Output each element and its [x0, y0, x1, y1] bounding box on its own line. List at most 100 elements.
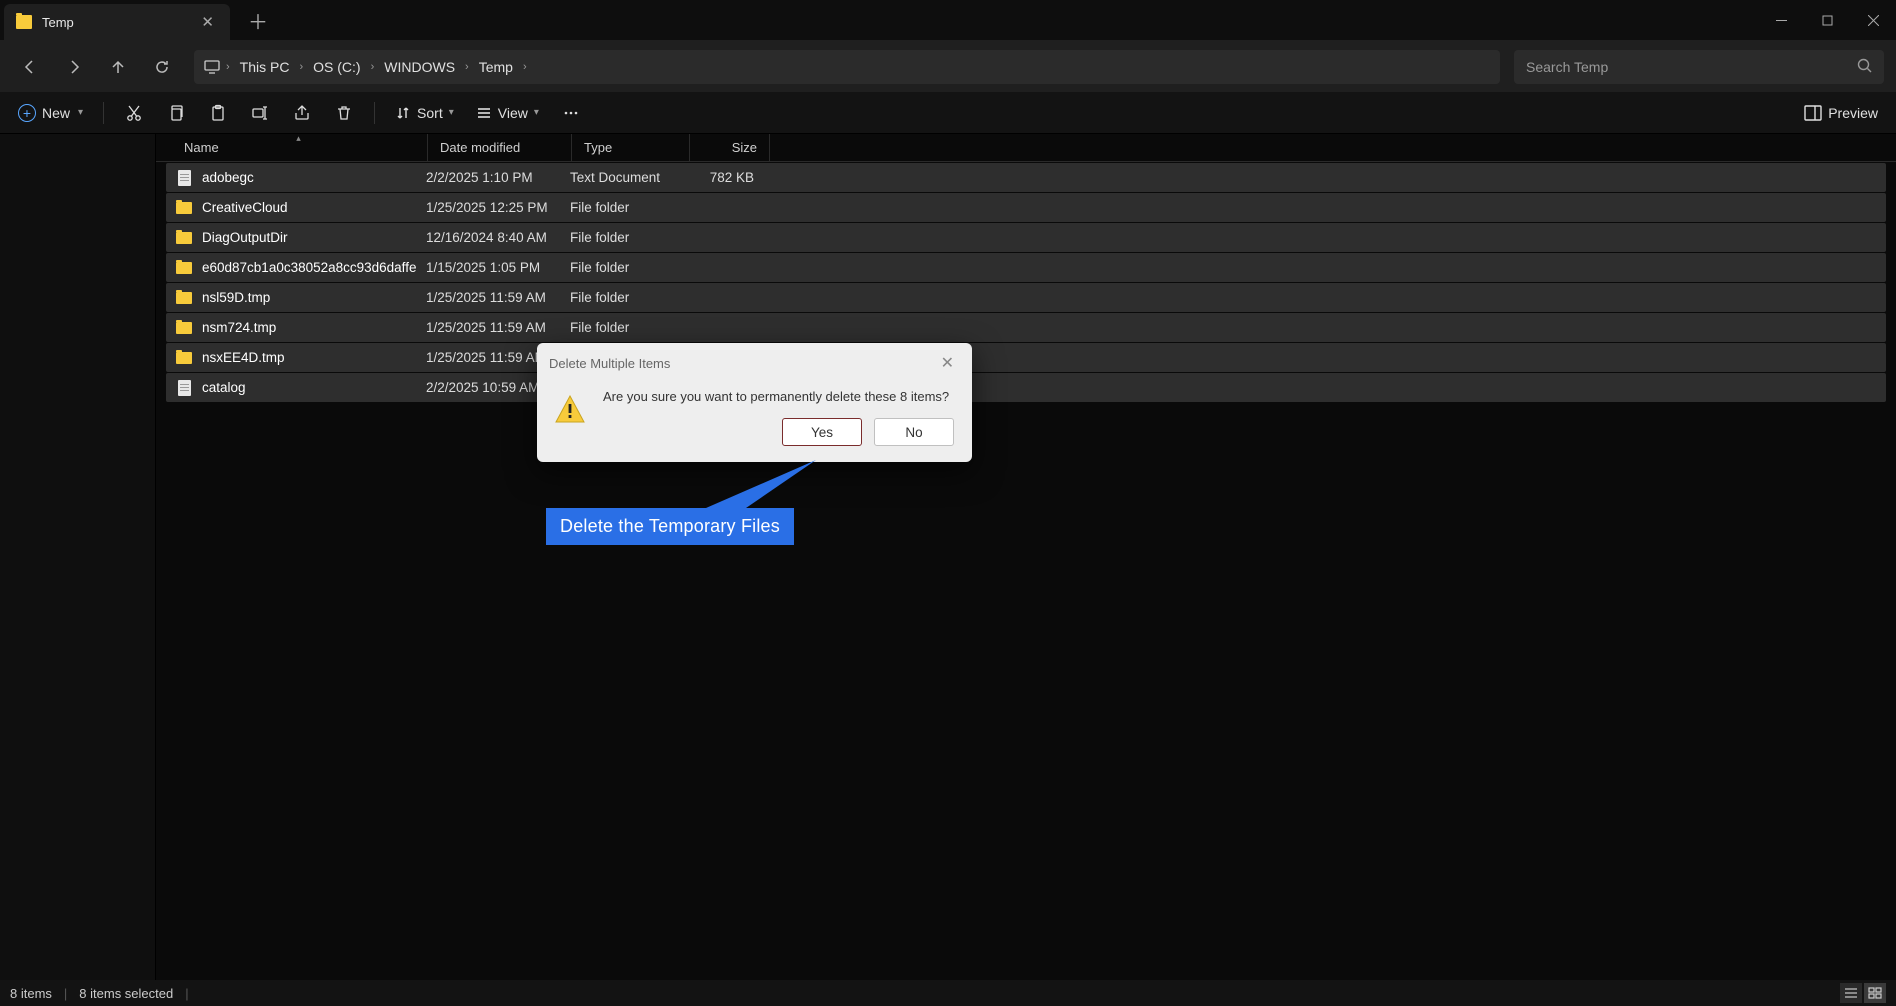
file-name: e60d87cb1a0c38052a8cc93d6daffe [196, 260, 422, 275]
up-button[interactable] [100, 49, 136, 85]
chevron-right-icon[interactable]: › [299, 61, 303, 73]
close-window-button[interactable] [1850, 0, 1896, 40]
forward-button[interactable] [56, 49, 92, 85]
annotation-callout: Delete the Temporary Files [546, 508, 794, 545]
status-selected: 8 items selected [79, 986, 173, 1001]
large-icons-view-toggle[interactable] [1864, 983, 1886, 1003]
no-button[interactable]: No [874, 418, 954, 446]
file-row[interactable]: catalog2/2/2025 10:59 AM [166, 373, 1886, 402]
search-input[interactable] [1526, 59, 1857, 75]
search-box[interactable] [1514, 50, 1884, 84]
file-name: adobegc [196, 170, 422, 185]
copy-button[interactable] [158, 95, 194, 131]
file-modified: 1/25/2025 12:25 PM [422, 200, 566, 215]
delete-dialog: Delete Multiple Items ✕ Are you sure you… [537, 343, 972, 462]
new-label: New [42, 105, 70, 121]
delete-button[interactable] [326, 95, 362, 131]
file-row[interactable]: CreativeCloud1/25/2025 12:25 PMFile fold… [166, 193, 1886, 222]
paste-button[interactable] [200, 95, 236, 131]
nav-sidebar[interactable] [0, 134, 156, 980]
file-type: File folder [566, 320, 684, 335]
file-modified: 1/25/2025 11:59 AM [422, 320, 566, 335]
file-list-pane: ▴ Name Date modified Type Size adobegc2/… [156, 134, 1896, 980]
file-modified: 12/16/2024 8:40 AM [422, 230, 566, 245]
file-type: File folder [566, 290, 684, 305]
chevron-down-icon: ▾ [78, 107, 83, 118]
dialog-close-button[interactable]: ✕ [935, 351, 960, 375]
breadcrumb-item[interactable]: WINDOWS [380, 57, 459, 77]
folder-icon [176, 232, 192, 244]
folder-icon [176, 262, 192, 274]
file-row[interactable]: nsm724.tmp1/25/2025 11:59 AMFile folder [166, 313, 1886, 342]
file-row[interactable]: nsl59D.tmp1/25/2025 11:59 AMFile folder [166, 283, 1886, 312]
breadcrumb[interactable]: › This PC › OS (C:) › WINDOWS › Temp › [194, 50, 1500, 84]
file-name: catalog [196, 380, 422, 395]
file-type: File folder [566, 200, 684, 215]
more-button[interactable] [553, 95, 589, 131]
breadcrumb-item[interactable]: This PC [236, 57, 294, 77]
file-modified: 1/25/2025 11:59 AM [422, 290, 566, 305]
toolbar: + New ▾ Sort ▾ View ▾ Preview [0, 92, 1896, 134]
folder-icon [176, 322, 192, 334]
column-headers: ▴ Name Date modified Type Size [156, 134, 1896, 162]
back-button[interactable] [12, 49, 48, 85]
close-tab-icon[interactable]: ✕ [197, 11, 218, 33]
file-size: 782 KB [684, 170, 764, 185]
chevron-down-icon: ▾ [534, 107, 539, 118]
folder-icon [176, 292, 192, 304]
callout-text: Delete the Temporary Files [546, 508, 794, 545]
new-tab-button[interactable]: ＋ [248, 6, 268, 35]
file-name: DiagOutputDir [196, 230, 422, 245]
file-row[interactable]: DiagOutputDir12/16/2024 8:40 AMFile fold… [166, 223, 1886, 252]
preview-toggle[interactable]: Preview [1804, 105, 1878, 121]
rename-button[interactable] [242, 95, 278, 131]
file-type: File folder [566, 260, 684, 275]
nav-bar: › This PC › OS (C:) › WINDOWS › Temp › [0, 40, 1896, 92]
folder-icon [16, 15, 32, 29]
file-row[interactable]: adobegc2/2/2025 1:10 PMText Document782 … [166, 163, 1886, 192]
file-row[interactable]: e60d87cb1a0c38052a8cc93d6daffe1/15/2025 … [166, 253, 1886, 282]
dialog-message: Are you sure you want to permanently del… [603, 389, 954, 404]
folder-icon [176, 202, 192, 214]
file-row[interactable]: nsxEE4D.tmp1/25/2025 11:59 AM [166, 343, 1886, 372]
chevron-right-icon[interactable]: › [226, 61, 230, 73]
dialog-title: Delete Multiple Items [549, 356, 670, 371]
col-size[interactable]: Size [690, 134, 770, 161]
folder-icon [176, 352, 192, 364]
view-button[interactable]: View ▾ [468, 101, 547, 125]
chevron-down-icon: ▾ [449, 107, 454, 118]
file-name: nsl59D.tmp [196, 290, 422, 305]
separator [103, 102, 104, 124]
file-icon [178, 170, 191, 186]
chevron-right-icon[interactable]: › [371, 61, 375, 73]
col-name[interactable]: ▴ Name [170, 134, 428, 161]
chevron-right-icon[interactable]: › [523, 61, 527, 73]
yes-button[interactable]: Yes [782, 418, 862, 446]
window-controls [1758, 0, 1896, 40]
preview-label: Preview [1828, 105, 1878, 121]
monitor-icon [204, 60, 220, 74]
file-modified: 1/15/2025 1:05 PM [422, 260, 566, 275]
separator [374, 102, 375, 124]
share-button[interactable] [284, 95, 320, 131]
breadcrumb-item[interactable]: Temp [475, 57, 517, 77]
chevron-right-icon[interactable]: › [465, 61, 469, 73]
refresh-button[interactable] [144, 49, 180, 85]
new-button[interactable]: + New ▾ [10, 100, 91, 126]
breadcrumb-item[interactable]: OS (C:) [309, 57, 364, 77]
details-view-toggle[interactable] [1840, 983, 1862, 1003]
col-modified[interactable]: Date modified [428, 134, 572, 161]
file-name: nsm724.tmp [196, 320, 422, 335]
search-icon[interactable] [1857, 58, 1872, 76]
status-bar: 8 items | 8 items selected | [0, 980, 1896, 1006]
col-type[interactable]: Type [572, 134, 690, 161]
file-type: Text Document [566, 170, 684, 185]
sort-button[interactable]: Sort ▾ [387, 101, 462, 125]
window-tab[interactable]: Temp ✕ [4, 4, 230, 40]
minimize-button[interactable] [1758, 0, 1804, 40]
warning-icon [555, 395, 585, 428]
maximize-button[interactable] [1804, 0, 1850, 40]
file-name: nsxEE4D.tmp [196, 350, 422, 365]
cut-button[interactable] [116, 95, 152, 131]
arrow-icon [706, 460, 826, 510]
